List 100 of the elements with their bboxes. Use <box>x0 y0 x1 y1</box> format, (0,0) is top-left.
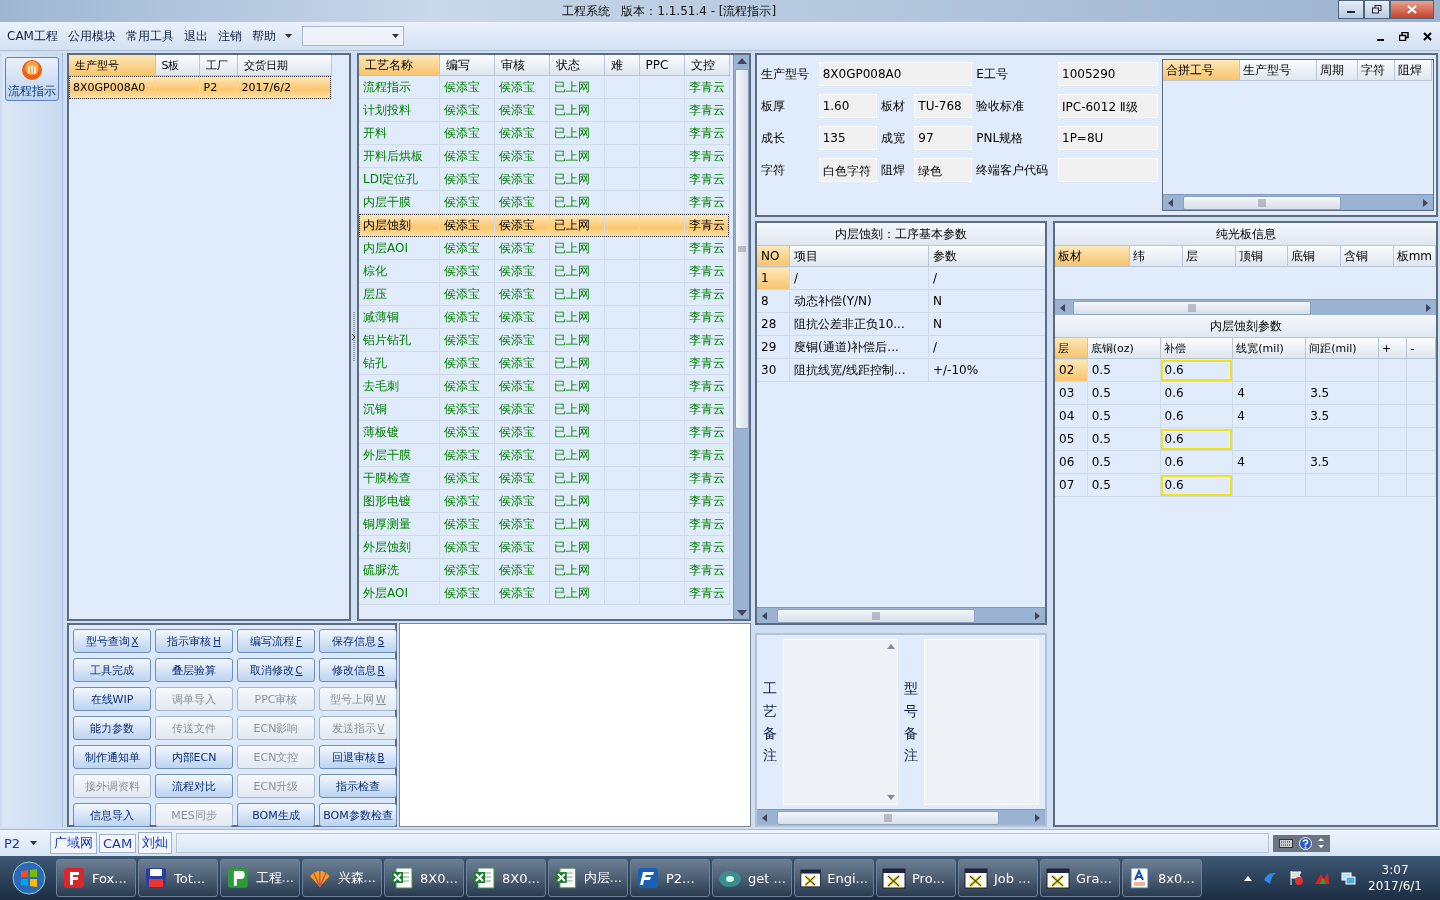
taskbar-button[interactable]: 内层... <box>548 859 628 897</box>
text-field[interactable]: 1.60 <box>818 94 877 118</box>
table-row[interactable]: 04 0.5 0.6 4 3.5 <box>1055 404 1436 428</box>
scroll-left-icon[interactable] <box>760 609 770 622</box>
table-row[interactable]: 03 0.5 0.6 4 3.5 <box>1055 381 1436 405</box>
scrollbar-thumb[interactable] <box>734 69 749 429</box>
table-row[interactable]: LDI定位孔 侯添宝 侯添宝 已上网 李青云 <box>359 167 729 191</box>
scroll-right-icon[interactable] <box>1420 196 1430 209</box>
table-row[interactable]: 计划投料 侯添宝 侯添宝 已上网 李青云 <box>359 98 729 122</box>
splitter-handle[interactable] <box>352 312 356 362</box>
table-row[interactable]: 8X0GP008A0 P2 2017/6/2 <box>69 75 331 99</box>
text-field[interactable]: 1P=8U <box>1058 126 1158 150</box>
table-row[interactable]: 内层蚀刻 侯添宝 侯添宝 已上网 李青云 <box>359 213 729 237</box>
table-row[interactable]: 07 0.5 0.6 <box>1055 473 1436 497</box>
text-field[interactable]: IPC-6012 Ⅱ级 <box>1058 94 1158 118</box>
table-row[interactable]: 硫脲洗 侯添宝 侯添宝 已上网 李青云 <box>359 558 729 582</box>
scroll-down-icon[interactable] <box>887 794 895 800</box>
action-button[interactable]: 制作通知单 <box>73 745 151 769</box>
menu-item[interactable]: 注销 <box>212 25 247 47</box>
scroll-right-icon[interactable] <box>1423 301 1433 314</box>
action-button[interactable]: BOM生成 <box>237 803 315 827</box>
action-button[interactable]: 内部ECN <box>155 745 233 769</box>
table-row[interactable]: 外层AOI 侯添宝 侯添宝 已上网 李青云 <box>359 581 729 605</box>
table-row[interactable]: 层压 侯添宝 侯添宝 已上网 李青云 <box>359 282 729 306</box>
help-icon[interactable] <box>1299 836 1312 850</box>
text-field[interactable]: TU-768 <box>914 94 973 118</box>
scrollbar-thumb[interactable] <box>777 608 975 623</box>
table-row[interactable]: 外层干膜 侯添宝 侯添宝 已上网 李青云 <box>359 443 729 467</box>
action-button[interactable]: 叠层验算 <box>155 658 233 682</box>
table-row[interactable]: 02 0.5 0.6 <box>1055 358 1436 382</box>
text-field[interactable]: 白色字符 <box>818 158 877 182</box>
minimize-button[interactable] <box>1338 0 1364 19</box>
taskbar-button[interactable]: Gra... <box>1040 859 1120 897</box>
scrollbar-thumb[interactable] <box>1073 300 1311 315</box>
table-row[interactable]: 减薄铜 侯添宝 侯添宝 已上网 李青云 <box>359 305 729 329</box>
flag-icon[interactable] <box>1288 870 1305 886</box>
taskbar-button[interactable]: 8x0... <box>1122 859 1202 897</box>
table-row[interactable]: 06 0.5 0.6 4 3.5 <box>1055 450 1436 474</box>
menu-item[interactable]: 帮助 <box>246 25 281 47</box>
text-field[interactable]: 135 <box>818 126 877 150</box>
action-button[interactable]: 保存信息 S <box>319 629 397 653</box>
taskbar-button[interactable]: 兴森... <box>302 859 382 897</box>
factory-selector[interactable]: P2 <box>4 835 48 851</box>
maximize-button[interactable] <box>1364 0 1390 19</box>
table-row[interactable]: 图形电镀 侯添宝 侯添宝 已上网 李青云 <box>359 489 729 513</box>
taskbar-button[interactable]: 工程... <box>220 859 300 897</box>
table-row[interactable]: 干膜检查 侯添宝 侯添宝 已上网 李青云 <box>359 466 729 490</box>
text-field[interactable]: 8X0GP008A0 <box>818 62 973 86</box>
taskbar-button[interactable]: Engi... <box>794 859 874 897</box>
text-field[interactable]: 1005290 <box>1058 62 1158 86</box>
action-button[interactable]: 在线WIP <box>73 687 151 711</box>
show-hidden-icon[interactable] <box>1244 875 1253 881</box>
table-row[interactable]: 内层干膜 侯添宝 侯添宝 已上网 李青云 <box>359 190 729 214</box>
action-button[interactable]: 指示审核 H <box>155 629 233 653</box>
taskbar-button[interactable]: 8X0... <box>384 859 464 897</box>
action-button[interactable]: 指示检查 <box>319 774 397 798</box>
text-field[interactable]: 绿色 <box>914 158 973 182</box>
table-row[interactable]: 铝片钻孔 侯添宝 侯添宝 已上网 李青云 <box>359 328 729 352</box>
taskbar-button[interactable]: Fox... <box>56 859 136 897</box>
action-button[interactable]: 流程对比 <box>155 774 233 798</box>
scroll-left-icon[interactable] <box>760 811 770 824</box>
table-row[interactable]: 铜厚测量 侯添宝 侯添宝 已上网 李青云 <box>359 512 729 536</box>
scrollbar-thumb[interactable] <box>1183 195 1341 210</box>
scroll-right-icon[interactable] <box>1032 609 1042 622</box>
text-field[interactable] <box>1058 158 1158 182</box>
taskbar-button[interactable]: Pro... <box>876 859 956 897</box>
table-row[interactable]: 去毛刺 侯添宝 侯添宝 已上网 李青云 <box>359 374 729 398</box>
remark-field[interactable] <box>783 639 898 805</box>
action-button[interactable]: BOM参数检查 <box>319 803 397 827</box>
menu-item[interactable]: 退出 <box>178 25 213 47</box>
table-row[interactable]: 开料后烘板 侯添宝 侯添宝 已上网 李青云 <box>359 144 729 168</box>
taskbar-button[interactable]: P2... <box>630 859 710 897</box>
taskbar-button[interactable]: get ... <box>712 859 792 897</box>
action-button[interactable]: 取消修改 C <box>237 658 315 682</box>
remark-field[interactable] <box>924 639 1039 805</box>
updown-icon[interactable] <box>1318 837 1324 849</box>
clock[interactable]: 3:07 2017/6/1 <box>1368 863 1422 893</box>
scroll-right-icon[interactable] <box>1032 811 1042 824</box>
menu-item[interactable]: 常用工具 <box>120 25 179 47</box>
close-icon[interactable] <box>1423 31 1432 41</box>
taskbar-button[interactable]: Job ... <box>958 859 1038 897</box>
restore-icon[interactable] <box>1372 5 1382 14</box>
action-button[interactable]: 工具完成 <box>73 658 151 682</box>
taskbar-button[interactable]: Tot... <box>138 859 218 897</box>
start-button[interactable] <box>12 861 46 895</box>
table-row[interactable]: 薄板镀 侯添宝 侯添宝 已上网 李青云 <box>359 420 729 444</box>
action-button[interactable]: 能力参数 <box>73 716 151 740</box>
scroll-left-icon[interactable] <box>1058 301 1068 314</box>
network-icon[interactable] <box>1340 870 1357 886</box>
close-button[interactable] <box>1390 0 1434 19</box>
scroll-up-icon[interactable] <box>887 644 895 650</box>
text-field[interactable]: 97 <box>914 126 973 150</box>
table-row[interactable]: 流程指示 侯添宝 侯添宝 已上网 李青云 <box>359 75 729 99</box>
restore-icon[interactable] <box>1399 31 1409 41</box>
table-row[interactable]: 内层AOI 侯添宝 侯添宝 已上网 李青云 <box>359 236 729 260</box>
action-button[interactable]: 修改信息 R <box>319 658 397 682</box>
table-row[interactable]: 外层蚀刻 侯添宝 侯添宝 已上网 李青云 <box>359 535 729 559</box>
taskbar-button[interactable]: 8X0... <box>466 859 546 897</box>
keyboard-icon[interactable] <box>1279 838 1293 848</box>
nav-button[interactable]: 流程指示 <box>5 57 59 101</box>
